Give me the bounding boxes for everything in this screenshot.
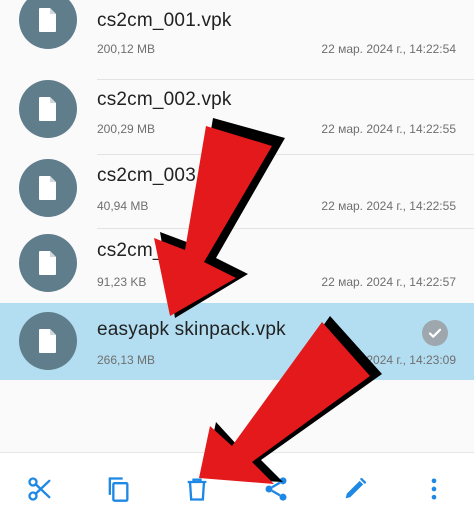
file-name: cs2cm_0 (97, 240, 175, 261)
file-name: cs2cm_003 (97, 165, 196, 186)
file-date: 2024 г., 14:23:09 (366, 353, 456, 367)
more-options-button[interactable] (414, 469, 454, 509)
file-size: 200,29 MB (97, 122, 156, 136)
more-vert-icon (431, 478, 437, 500)
file-size: 40,94 MB (97, 199, 149, 213)
file-row[interactable]: cs2cm_001.vpk 200,12 MB 22 мар. 2024 г.,… (0, 0, 474, 58)
file-icon (19, 312, 77, 370)
share-icon (265, 477, 287, 501)
selected-check-icon[interactable] (422, 320, 448, 346)
file-list: cs2cm_001.vpk 200,12 MB 22 мар. 2024 г.,… (0, 0, 474, 452)
file-row[interactable]: cs2cm_002.vpk 200,29 MB 22 мар. 2024 г.,… (0, 80, 474, 156)
divider (97, 154, 474, 155)
file-name: cs2cm_002.vpk (97, 89, 232, 110)
cut-button[interactable] (20, 469, 60, 509)
file-date: 22 мар. 2024 г., 14:22:57 (321, 275, 456, 289)
file-row[interactable]: cs2cm_003 40,94 MB 22 мар. 2024 г., 14:2… (0, 157, 474, 233)
rename-button[interactable] (335, 469, 375, 509)
divider (97, 228, 474, 229)
file-name: easyapk skinpack.vpk (97, 319, 286, 340)
file-icon (19, 0, 77, 49)
file-date: 22 мар. 2024 г., 14:22:55 (321, 199, 456, 213)
bottom-action-toolbar (0, 452, 474, 524)
file-size: 200,12 MB (97, 42, 156, 56)
rename-icon (345, 477, 367, 499)
cut-icon (28, 477, 51, 501)
file-date: 22 мар. 2024 г., 14:22:55 (321, 122, 456, 136)
delete-button[interactable] (177, 469, 217, 509)
copy-button[interactable] (98, 469, 138, 509)
file-date: 22 мар. 2024 г., 14:22:54 (321, 42, 456, 56)
file-icon (19, 80, 77, 138)
file-size: 91,23 KB (97, 275, 147, 289)
share-button[interactable] (256, 469, 296, 509)
file-row[interactable]: cs2cm_0 91,23 KB 22 мар. 2024 г., 14:22:… (0, 230, 474, 306)
copy-icon (108, 477, 129, 502)
delete-icon (187, 478, 207, 501)
file-icon (19, 234, 77, 292)
file-row-selected[interactable]: easyapk skinpack.vpk 266,13 MB 2024 г., … (0, 303, 474, 380)
file-icon (19, 159, 77, 217)
file-name: cs2cm_001.vpk (97, 10, 232, 31)
file-size: 266,13 MB (97, 353, 156, 367)
